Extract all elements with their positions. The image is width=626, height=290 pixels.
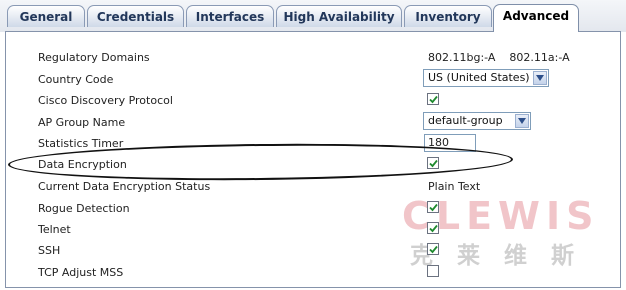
country-code-label: Country Code: [38, 73, 114, 86]
rogue-detection-label: Rogue Detection: [38, 202, 130, 215]
tab-general[interactable]: General: [7, 5, 85, 27]
checkmark-icon: [429, 224, 438, 233]
regulatory-domains-label: Regulatory Domains: [38, 51, 150, 64]
cdp-label: Cisco Discovery Protocol: [38, 94, 173, 107]
statistics-timer-label: Statistics Timer: [38, 137, 124, 150]
ap-group-name-label: AP Group Name: [38, 116, 126, 129]
telnet-label: Telnet: [38, 223, 71, 236]
data-encryption-label: Data Encryption: [38, 158, 127, 171]
ssh-label: SSH: [38, 244, 61, 257]
ssh-checkbox[interactable]: [427, 243, 439, 255]
chevron-down-icon[interactable]: [515, 114, 529, 128]
checkmark-icon: [429, 95, 438, 104]
statistics-timer-input[interactable]: 180: [424, 134, 476, 152]
telnet-checkbox[interactable]: [427, 222, 439, 234]
tab-strip: General Credentials Interfaces High Avai…: [0, 0, 626, 32]
cdp-checkbox[interactable]: [427, 93, 439, 105]
country-code-select[interactable]: US (United States): [423, 69, 549, 87]
tcp-adjust-mss-label: TCP Adjust MSS: [38, 266, 124, 279]
tab-high-availability[interactable]: High Availability: [276, 5, 402, 27]
checkmark-icon: [429, 203, 438, 212]
rogue-detection-checkbox[interactable]: [427, 201, 439, 213]
current-encryption-status-label: Current Data Encryption Status: [38, 180, 211, 193]
tab-advanced[interactable]: Advanced: [493, 4, 579, 32]
ap-group-selected-value: default-group: [428, 114, 503, 127]
regulatory-domains-value: 802.11bg:-A 802.11a:-A: [428, 51, 570, 64]
current-encryption-status-value: Plain Text: [428, 180, 481, 193]
tab-interfaces[interactable]: Interfaces: [186, 5, 274, 27]
country-code-selected-value: US (United States): [428, 71, 530, 84]
tab-credentials[interactable]: Credentials: [87, 5, 184, 27]
tcp-adjust-mss-checkbox[interactable]: [427, 265, 439, 277]
tab-inventory[interactable]: Inventory: [404, 5, 492, 27]
checkmark-icon: [429, 245, 438, 254]
checkmark-icon: [429, 159, 438, 168]
chevron-down-icon[interactable]: [533, 71, 547, 85]
ap-group-select[interactable]: default-group: [423, 112, 531, 130]
data-encryption-checkbox[interactable]: [427, 157, 439, 169]
